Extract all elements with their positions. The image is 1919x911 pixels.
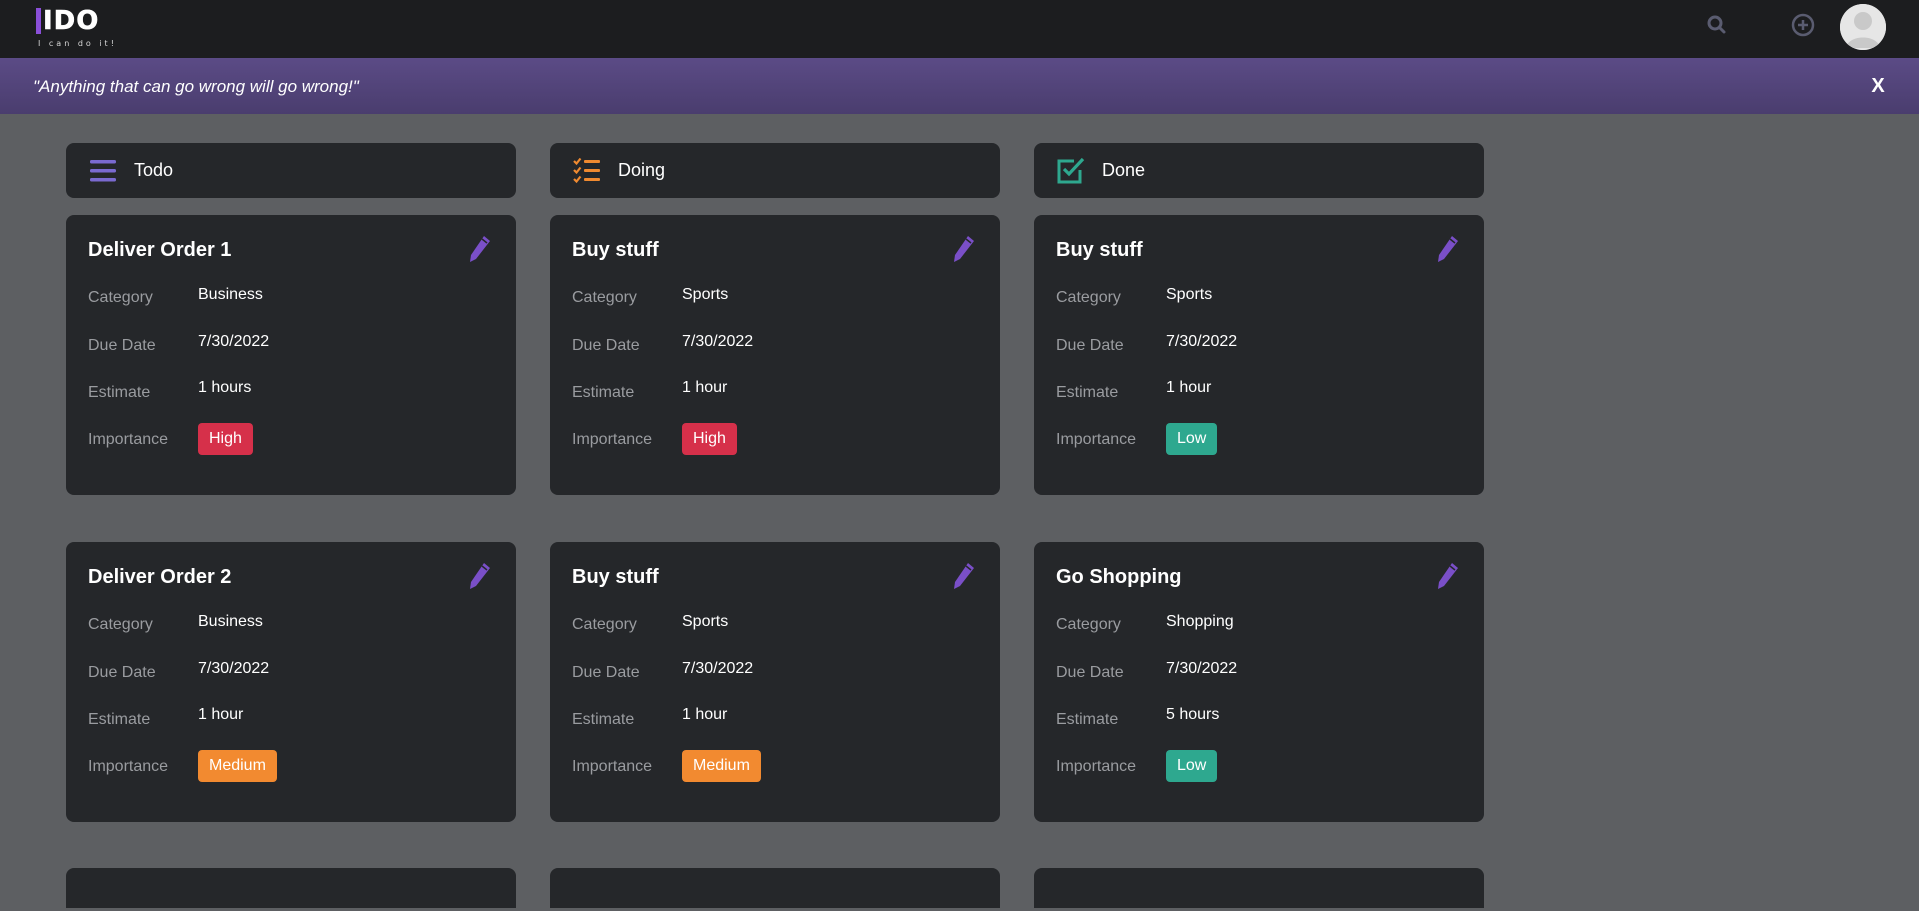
quote-banner: "Anything that can go wrong will go wron… <box>0 58 1919 114</box>
search-icon[interactable] <box>1704 12 1730 38</box>
importance-label: Importance <box>1056 431 1137 448</box>
column-title: Doing <box>618 160 666 180</box>
logo-mark: IDO <box>36 6 99 36</box>
card-title: Buy stuff <box>572 566 659 588</box>
estimate-label: Estimate <box>572 384 635 401</box>
card-title: Buy stuff <box>1056 239 1143 261</box>
task-card[interactable]: Buy stuff Category Sports Due Date 7/30/2022… <box>550 542 1000 822</box>
importance-badge: Low <box>1166 423 1218 455</box>
estimate-label: Estimate <box>88 711 151 728</box>
due-date-value: 7/30/2022 <box>682 660 754 677</box>
due-date-value: 7/30/2022 <box>198 660 270 677</box>
logo-accent-bar <box>36 8 41 34</box>
importance-badge: Medium <box>198 750 277 782</box>
edit-pencil-icon[interactable] <box>1434 561 1460 591</box>
importance-badge: Medium <box>682 750 761 782</box>
category-value: Sports <box>682 613 729 630</box>
task-card[interactable]: Buy stuff Category Sports Due Date 7/30/2022… <box>550 215 1000 495</box>
top-bar: IDO I can do it! <box>0 0 1919 58</box>
importance-badge: Low <box>1166 750 1218 782</box>
estimate-value: 1 hour <box>1166 379 1212 396</box>
add-circle-icon[interactable] <box>1790 12 1816 38</box>
task-card[interactable] <box>1034 868 1484 908</box>
estimate-label: Estimate <box>572 711 635 728</box>
importance-label: Importance <box>572 758 653 775</box>
due-date-label: Due Date <box>1056 664 1124 681</box>
edit-pencil-icon[interactable] <box>950 234 976 264</box>
category-value: Sports <box>1166 286 1213 303</box>
task-card[interactable]: Deliver Order 2 Category Business Due Date 7… <box>66 542 516 822</box>
category-value: Business <box>198 613 263 630</box>
importance-label: Importance <box>88 431 169 448</box>
task-card[interactable] <box>66 868 516 908</box>
category-value: Business <box>198 286 263 303</box>
due-date-label: Due Date <box>1056 337 1124 354</box>
task-card[interactable]: Go Shopping Category Shopping Due Date 7/30/… <box>1034 542 1484 822</box>
edit-pencil-icon[interactable] <box>466 561 492 591</box>
category-label: Category <box>572 289 637 306</box>
estimate-value: 1 hours <box>198 379 252 396</box>
due-date-value: 7/30/2022 <box>198 333 270 350</box>
user-avatar[interactable] <box>1840 4 1886 50</box>
column-title: Todo <box>134 160 174 180</box>
due-date-label: Due Date <box>88 664 156 681</box>
estimate-label: Estimate <box>88 384 151 401</box>
logo-tagline: I can do it! <box>38 39 117 48</box>
importance-label: Importance <box>572 431 653 448</box>
estimate-label: Estimate <box>1056 384 1119 401</box>
card-title: Go Shopping <box>1056 566 1182 588</box>
card-title: Deliver Order 1 <box>88 239 232 261</box>
checklist-icon <box>572 156 602 186</box>
edit-pencil-icon[interactable] <box>466 234 492 264</box>
estimate-value: 1 hour <box>198 706 244 723</box>
due-date-label: Due Date <box>88 337 156 354</box>
task-card[interactable]: Deliver Order 1 Category Business Due Date 7… <box>66 215 516 495</box>
due-date-label: Due Date <box>572 664 640 681</box>
banner-quote: "Anything that can go wrong will go wron… <box>33 77 359 96</box>
logo-text: IDO <box>43 6 100 36</box>
banner-close-button[interactable]: X <box>1863 72 1893 100</box>
importance-badge: High <box>198 423 253 455</box>
card-title: Deliver Order 2 <box>88 566 232 588</box>
category-label: Category <box>1056 616 1121 633</box>
list-icon <box>88 156 118 186</box>
estimate-value: 1 hour <box>682 379 728 396</box>
due-date-value: 7/30/2022 <box>1166 333 1238 350</box>
importance-badge: High <box>682 423 737 455</box>
task-card[interactable]: Buy stuff Category Sports Due Date 7/30/2022… <box>1034 215 1484 495</box>
estimate-value: 1 hour <box>682 706 728 723</box>
app-logo[interactable]: IDO I can do it! <box>36 6 116 50</box>
category-value: Shopping <box>1166 613 1234 630</box>
estimate-value: 5 hours <box>1166 706 1220 723</box>
edit-pencil-icon[interactable] <box>1434 234 1460 264</box>
due-date-label: Due Date <box>572 337 640 354</box>
user-icon <box>1840 4 1886 50</box>
checkbox-checked-icon <box>1056 156 1086 186</box>
category-label: Category <box>1056 289 1121 306</box>
column-title: Done <box>1102 160 1146 180</box>
due-date-value: 7/30/2022 <box>682 333 754 350</box>
due-date-value: 7/30/2022 <box>1166 660 1238 677</box>
category-label: Category <box>572 616 637 633</box>
edit-pencil-icon[interactable] <box>950 561 976 591</box>
column-header-doing: Doing <box>550 143 1000 198</box>
category-value: Sports <box>682 286 729 303</box>
task-card[interactable] <box>550 868 1000 908</box>
column-header-todo: Todo <box>66 143 516 198</box>
column-header-done: Done <box>1034 143 1484 198</box>
card-title: Buy stuff <box>572 239 659 261</box>
importance-label: Importance <box>88 758 169 775</box>
importance-label: Importance <box>1056 758 1137 775</box>
estimate-label: Estimate <box>1056 711 1119 728</box>
category-label: Category <box>88 289 153 306</box>
category-label: Category <box>88 616 153 633</box>
